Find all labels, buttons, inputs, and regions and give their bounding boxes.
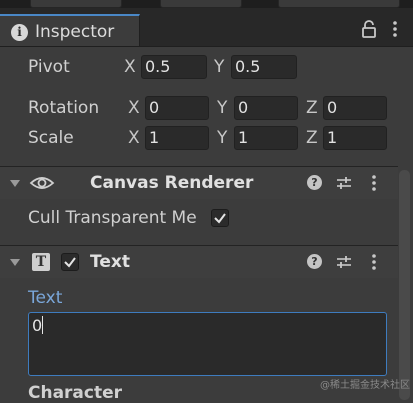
kebab-menu-icon[interactable] — [369, 253, 379, 271]
cull-transparent-label: Cull Transparent Me — [28, 208, 197, 228]
canvas-renderer-title: Canvas Renderer — [90, 173, 254, 193]
rotation-z-field[interactable]: 0 — [323, 96, 387, 120]
kebab-menu-icon[interactable] — [369, 174, 379, 192]
checkmark-icon — [214, 213, 226, 224]
scale-z-field[interactable]: 1 — [323, 126, 387, 150]
toolbar-button-1[interactable] — [30, 0, 122, 8]
info-icon: i — [11, 24, 28, 41]
character-section-label[interactable]: Character — [28, 383, 122, 403]
foldout-arrow-icon[interactable] — [10, 180, 20, 187]
rotation-y-label: Y — [217, 98, 228, 118]
text-input-value: 0 — [32, 316, 43, 335]
text-component-title: Text — [90, 252, 130, 272]
tab-inspector[interactable]: i Inspector — [0, 14, 140, 46]
scale-x-label: X — [128, 128, 140, 148]
scale-y-field[interactable]: 1 — [234, 126, 298, 150]
rotation-label: Rotation — [28, 98, 100, 118]
toolbar-button-2[interactable] — [160, 0, 242, 8]
scale-y-label: Y — [217, 128, 228, 148]
rotation-z-label: Z — [306, 98, 318, 118]
cull-transparent-checkbox[interactable] — [211, 209, 229, 227]
eye-icon — [29, 177, 55, 189]
toolbar-button-3[interactable] — [278, 0, 400, 8]
tab-inspector-label: Inspector — [35, 22, 115, 42]
help-icon[interactable]: ? — [307, 254, 322, 269]
checkmark-icon — [64, 257, 76, 268]
scrollbar-thumb[interactable] — [399, 170, 410, 400]
pivot-x-field[interactable]: 0.5 — [141, 55, 207, 79]
scale-x-field[interactable]: 1 — [145, 126, 209, 150]
pivot-y-field[interactable]: 0.5 — [231, 55, 297, 79]
presets-icon[interactable] — [336, 254, 352, 270]
scale-z-label: Z — [306, 128, 318, 148]
rotation-x-field[interactable]: 0 — [145, 96, 209, 120]
canvas-renderer-header[interactable]: Canvas Renderer ? — [0, 167, 398, 199]
text-input-area[interactable]: 0 — [28, 312, 387, 376]
text-enabled-checkbox[interactable] — [61, 253, 79, 271]
pivot-label: Pivot — [28, 57, 70, 77]
help-icon[interactable]: ? — [307, 175, 322, 190]
pivot-y-label: Y — [214, 57, 225, 77]
rotation-x-label: X — [128, 98, 140, 118]
foldout-arrow-icon[interactable] — [10, 259, 20, 266]
kebab-menu-icon[interactable] — [390, 20, 400, 38]
pivot-x-label: X — [124, 57, 136, 77]
text-component-header[interactable]: T Text ? — [0, 246, 398, 278]
text-caret — [42, 316, 44, 334]
rotation-y-field[interactable]: 0 — [234, 96, 298, 120]
text-t-icon: T — [32, 253, 50, 271]
watermark-text: @稀土掘金技术社区 — [320, 380, 410, 391]
text-field-label: Text — [28, 288, 63, 308]
lock-icon[interactable] — [360, 20, 378, 38]
scale-label: Scale — [28, 128, 74, 148]
presets-icon[interactable] — [336, 175, 352, 191]
